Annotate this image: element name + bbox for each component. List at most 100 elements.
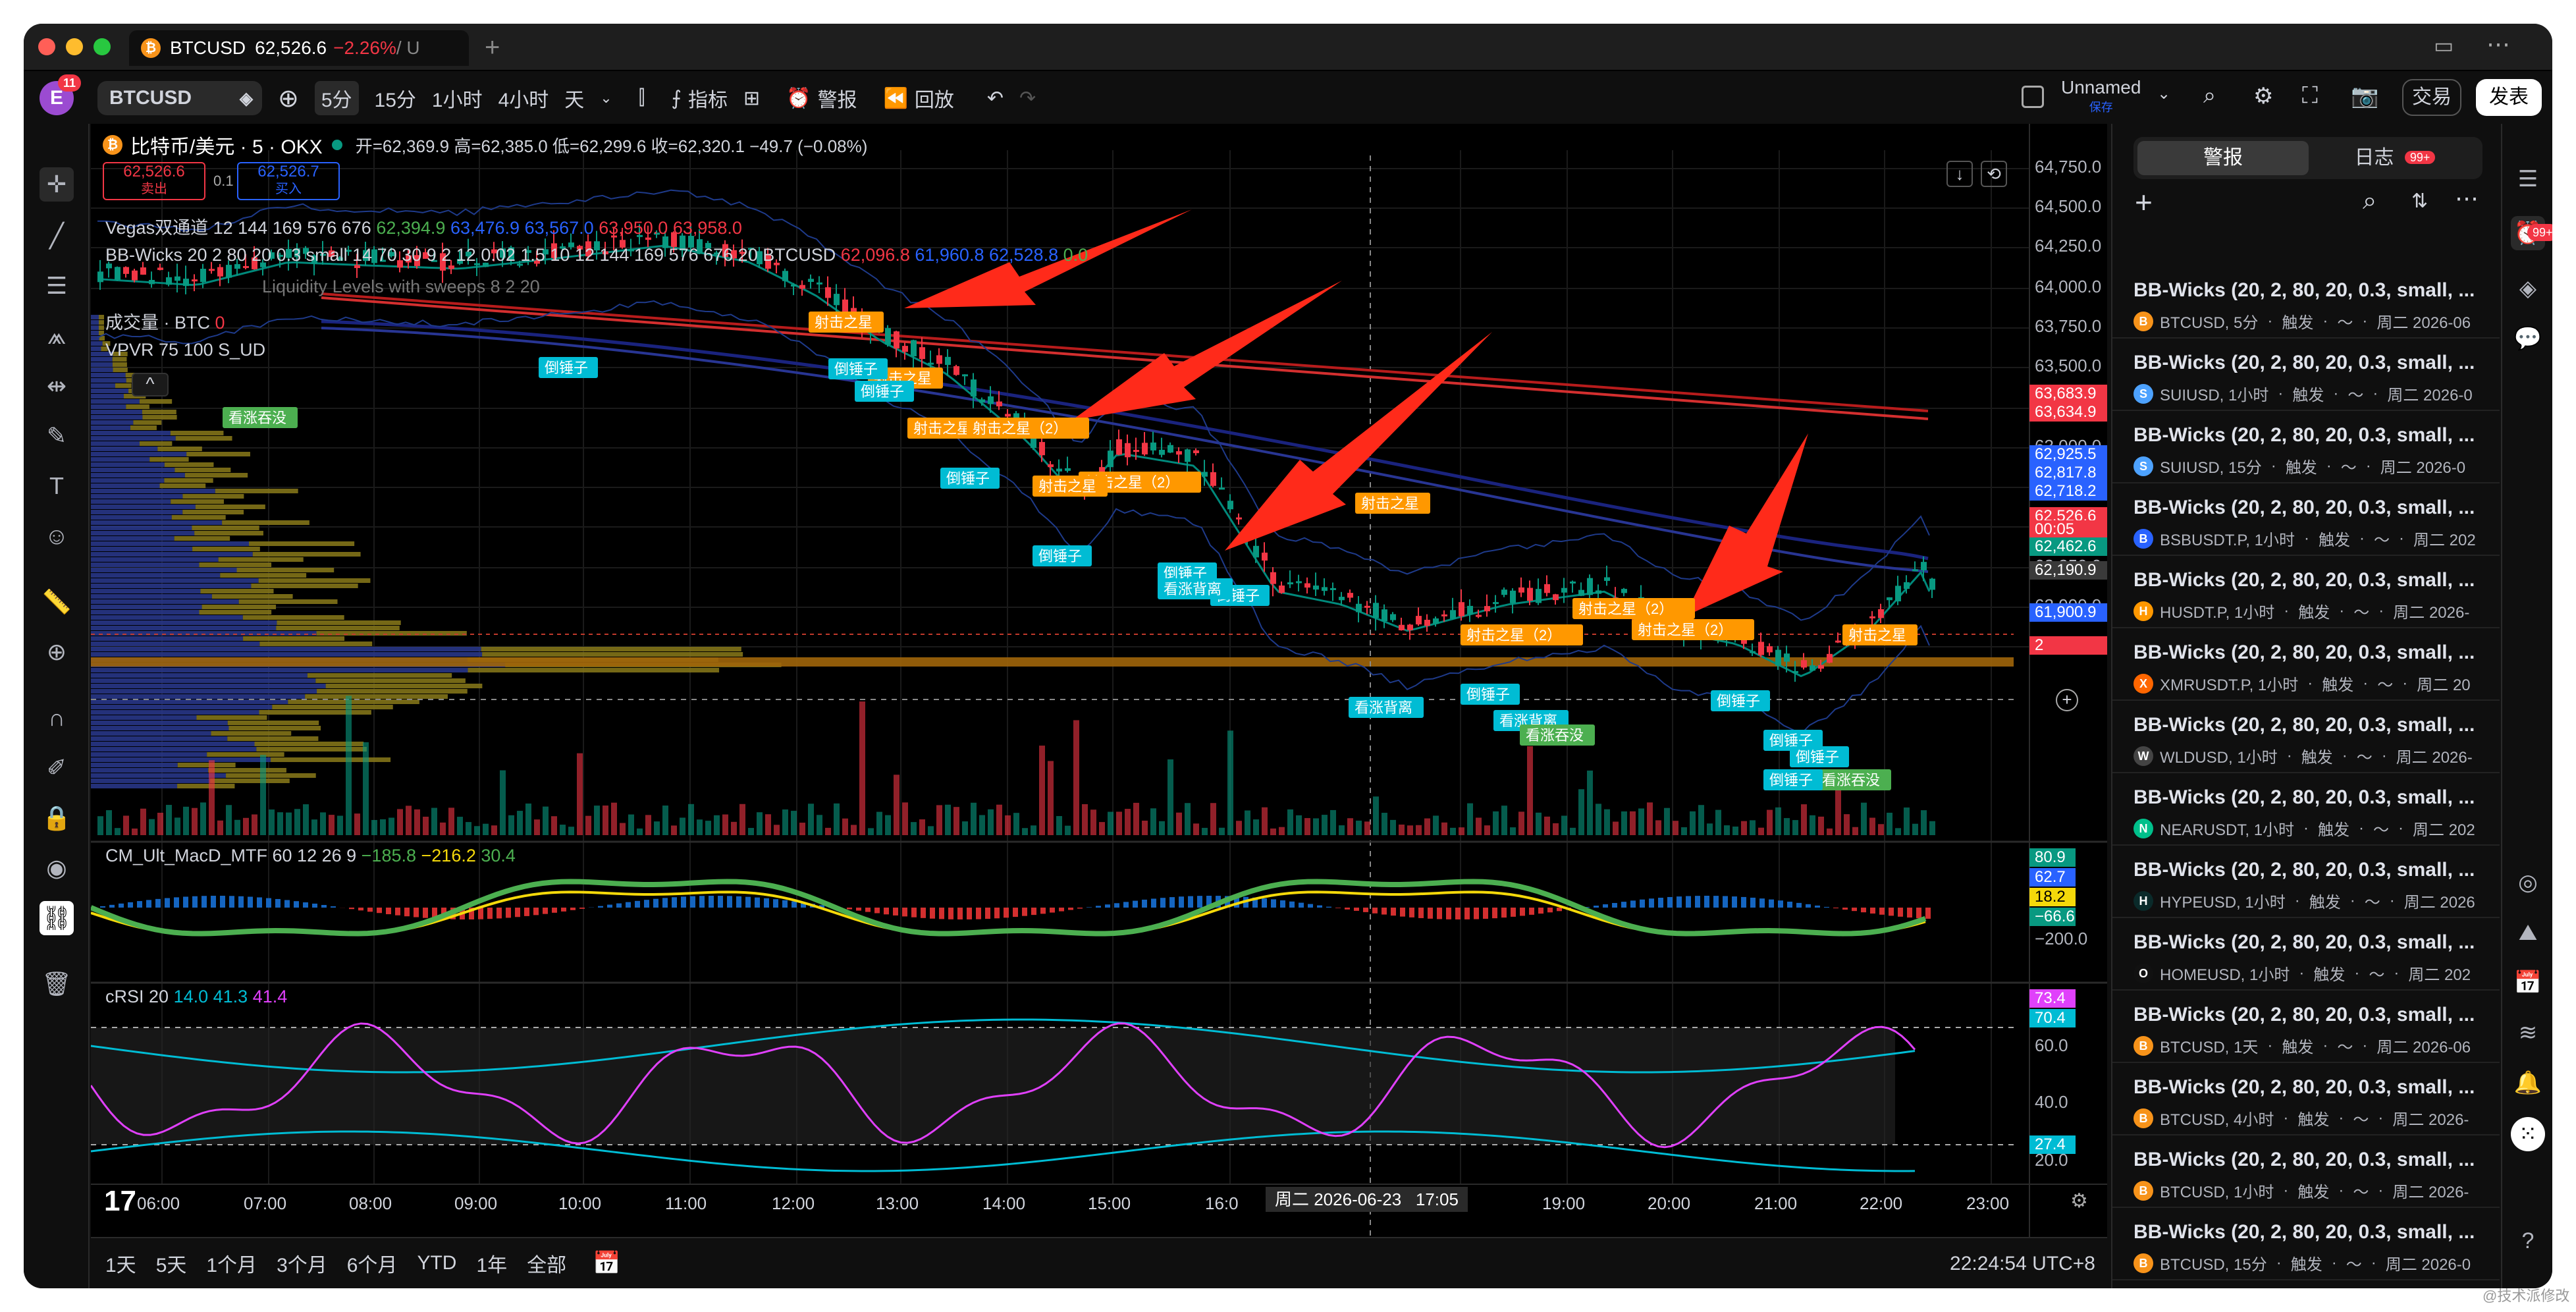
range-ytd[interactable]: YTD [417,1252,456,1274]
calendar-icon[interactable]: 📅 [2511,966,2545,1000]
alert-row[interactable]: BB-Wicks (20, 2, 80, 20, 0.3, small, ...… [2112,340,2500,411]
candle-type-icon[interactable]: ⫿ [639,87,645,109]
avatar[interactable]: E 11 [40,74,82,115]
goto-date-icon[interactable]: 📅 [593,1250,620,1276]
buy-button[interactable]: 62,526.7 买入 [237,162,340,200]
range-5d[interactable]: 5天 [156,1249,187,1278]
more-options-icon[interactable]: ⋯ [2455,184,2479,212]
tab-alerts[interactable]: 警报 [2137,141,2309,175]
watchlist-icon[interactable]: ☰ [2511,162,2545,196]
scroll-down-icon[interactable]: ↓ [1946,161,1973,187]
range-all[interactable]: 全部 [527,1249,566,1278]
range-3m[interactable]: 3个月 [277,1249,327,1278]
zoom-window-button[interactable] [94,38,111,55]
redo-icon[interactable]: ↷ [1019,87,1036,110]
fullscreen-icon[interactable]: ⛶ [2302,83,2318,109]
trade-button[interactable]: 交易 [2402,79,2461,116]
tf-4h[interactable]: 4小时 [498,84,549,113]
collapse-legend-icon[interactable]: ^ [132,373,169,396]
keep-drawing-icon[interactable]: ✐ [40,751,74,785]
indicators-button[interactable]: 指标 [688,84,728,113]
alert-row[interactable]: BB-Wicks (20, 2, 80, 20, 0.3, small, ...… [2112,847,2500,918]
symbol-search[interactable]: BTCUSD ◈ [97,81,262,115]
alert-row[interactable]: BB-Wicks (20, 2, 80, 20, 0.3, small, ...… [2112,412,2500,483]
legend-crsi[interactable]: cRSI 20 14.0 41.3 41.4 [105,987,287,1007]
alert-row[interactable]: BB-Wicks (20, 2, 80, 20, 0.3, small, ...… [2112,1209,2500,1280]
replay-button[interactable]: 回放 [915,84,954,113]
alert-row[interactable]: BB-Wicks (20, 2, 80, 20, 0.3, small, ... [2112,1282,2500,1288]
range-1m[interactable]: 1个月 [206,1249,257,1278]
text-icon[interactable]: T [40,469,74,503]
more-icon[interactable]: ⋯ [2486,30,2510,58]
legend-macd[interactable]: CM_Ult_MacD_MTF 60 12 26 9 −185.8 −216.2… [105,846,516,866]
tab-log[interactable]: 日志 99+ [2311,141,2479,175]
templates-icon[interactable]: ⊞ [743,87,760,110]
tab-layout-icon[interactable]: ▭ [2434,33,2454,58]
tf-15m[interactable]: 15分 [375,84,416,113]
alert-row[interactable]: BB-Wicks (20, 2, 80, 20, 0.3, small, ...… [2112,267,2500,339]
broadcast-icon[interactable]: ≋ [2511,1016,2545,1050]
brush-icon[interactable]: ✎ [40,419,74,453]
alert-row[interactable]: BB-Wicks (20, 2, 80, 20, 0.3, small, ...… [2112,557,2500,628]
undo-icon[interactable]: ↶ [987,87,1004,110]
alert-row[interactable]: BB-Wicks (20, 2, 80, 20, 0.3, small, ...… [2112,775,2500,846]
ruler-icon[interactable]: 📏 [40,585,74,619]
alert-row[interactable]: BB-Wicks (20, 2, 80, 20, 0.3, small, ...… [2112,1137,2500,1208]
reset-view-icon[interactable]: ⟲ [1981,161,2007,187]
legend-volume[interactable]: 成交量 · BTC 0 [105,308,225,334]
compare-add-icon[interactable]: ⊕ [278,84,299,113]
trash-icon[interactable]: 🗑 [40,967,74,1001]
alert-row[interactable]: BB-Wicks (20, 2, 80, 20, 0.3, small, ...… [2112,702,2500,773]
apps-grid-icon[interactable]: ⁙ [2511,1117,2545,1151]
help-icon[interactable]: ? [2511,1224,2545,1258]
lock-icon[interactable]: 🔒 [40,801,74,835]
chart-title[interactable]: 比特币/美元 · 5 · OKX [130,130,323,159]
pattern-scan-icon[interactable]: ⛰ [2511,916,2545,950]
crosshair-icon[interactable]: ✛ [40,167,74,202]
axis-settings-icon[interactable]: ⚙ [2070,1189,2088,1213]
legend-vpvr[interactable]: VPVR 75 100 S_UD [105,340,265,360]
chat-icon[interactable]: 💬 [2511,321,2545,356]
settings-icon[interactable]: ⚙ [2253,83,2273,109]
alert-button[interactable]: 警报 [817,84,857,113]
replay-icon[interactable]: ⏪ [883,87,907,110]
minimize-window-button[interactable] [66,38,83,55]
indicators-icon[interactable]: ⨍ [671,87,682,110]
sell-button[interactable]: 62,526.6 卖出 [103,162,205,200]
alert-row[interactable]: BB-Wicks (20, 2, 80, 20, 0.3, small, ...… [2112,992,2500,1063]
sort-icon[interactable]: ⇅ [2411,190,2428,213]
alert-row[interactable]: BB-Wicks (20, 2, 80, 20, 0.3, small, ...… [2112,919,2500,991]
chart-area[interactable]: 射击之星 射击之星 射击之星（2） 射击之星（2） 射击之星（2） 射击之星 射击之星 射击之… [91,124,2107,1237]
layout-name[interactable]: Unnamed 保存 [2061,78,2141,117]
new-tab-icon[interactable]: + [485,33,500,63]
forecast-icon[interactable]: ⇹ [40,369,74,403]
search-icon[interactable]: ⌕ [2363,187,2376,215]
legend-liquidity[interactable]: Liquidity Levels with sweeps 8 2 20 [262,277,540,297]
close-window-button[interactable] [38,38,55,55]
range-1y[interactable]: 1年 [476,1249,507,1278]
add-alert-plus-icon[interactable]: + [2135,184,2153,220]
tab-btcusd[interactable]: ₿ BTCUSD 62,526.6 −2.26% / U [129,30,469,66]
pattern-icon[interactable]: ⩕ [40,319,74,353]
eye-icon[interactable]: ◉ [40,851,74,885]
clock[interactable]: 22:24:54 UTC+8 [1950,1253,2095,1275]
alert-row[interactable]: BB-Wicks (20, 2, 80, 20, 0.3, small, ...… [2112,1064,2500,1135]
alert-row[interactable]: BB-Wicks (20, 2, 80, 20, 0.3, small, ...… [2112,485,2500,556]
emoji-icon[interactable]: ☺ [40,519,74,553]
alert-row[interactable]: BB-Wicks (20, 2, 80, 20, 0.3, small, ...… [2112,630,2500,701]
range-1d[interactable]: 1天 [105,1249,136,1278]
tf-1d[interactable]: 天 [564,84,584,113]
alert-icon[interactable]: ⏰ [786,87,811,110]
quick-search-icon[interactable]: ⌕ [2203,83,2216,109]
tf-5m[interactable]: 5分 [314,81,359,115]
add-alert-icon[interactable]: + [2056,689,2078,711]
zoom-in-icon[interactable]: ⊕ [40,635,74,669]
layout-checkbox[interactable] [2022,86,2044,108]
fib-icon[interactable]: ☰ [40,269,74,303]
notification-bell-icon[interactable]: 🔔 [2511,1066,2545,1100]
link-icon[interactable]: ⛓ [40,901,74,935]
legend-vegas[interactable]: Vegas双通道 12 144 169 576 676 62,394.9 63,… [105,213,742,239]
range-6m[interactable]: 6个月 [347,1249,398,1278]
timeframe-dropdown-icon[interactable]: ⌄ [600,90,612,107]
snapshot-icon[interactable]: 📷 [2351,83,2378,109]
